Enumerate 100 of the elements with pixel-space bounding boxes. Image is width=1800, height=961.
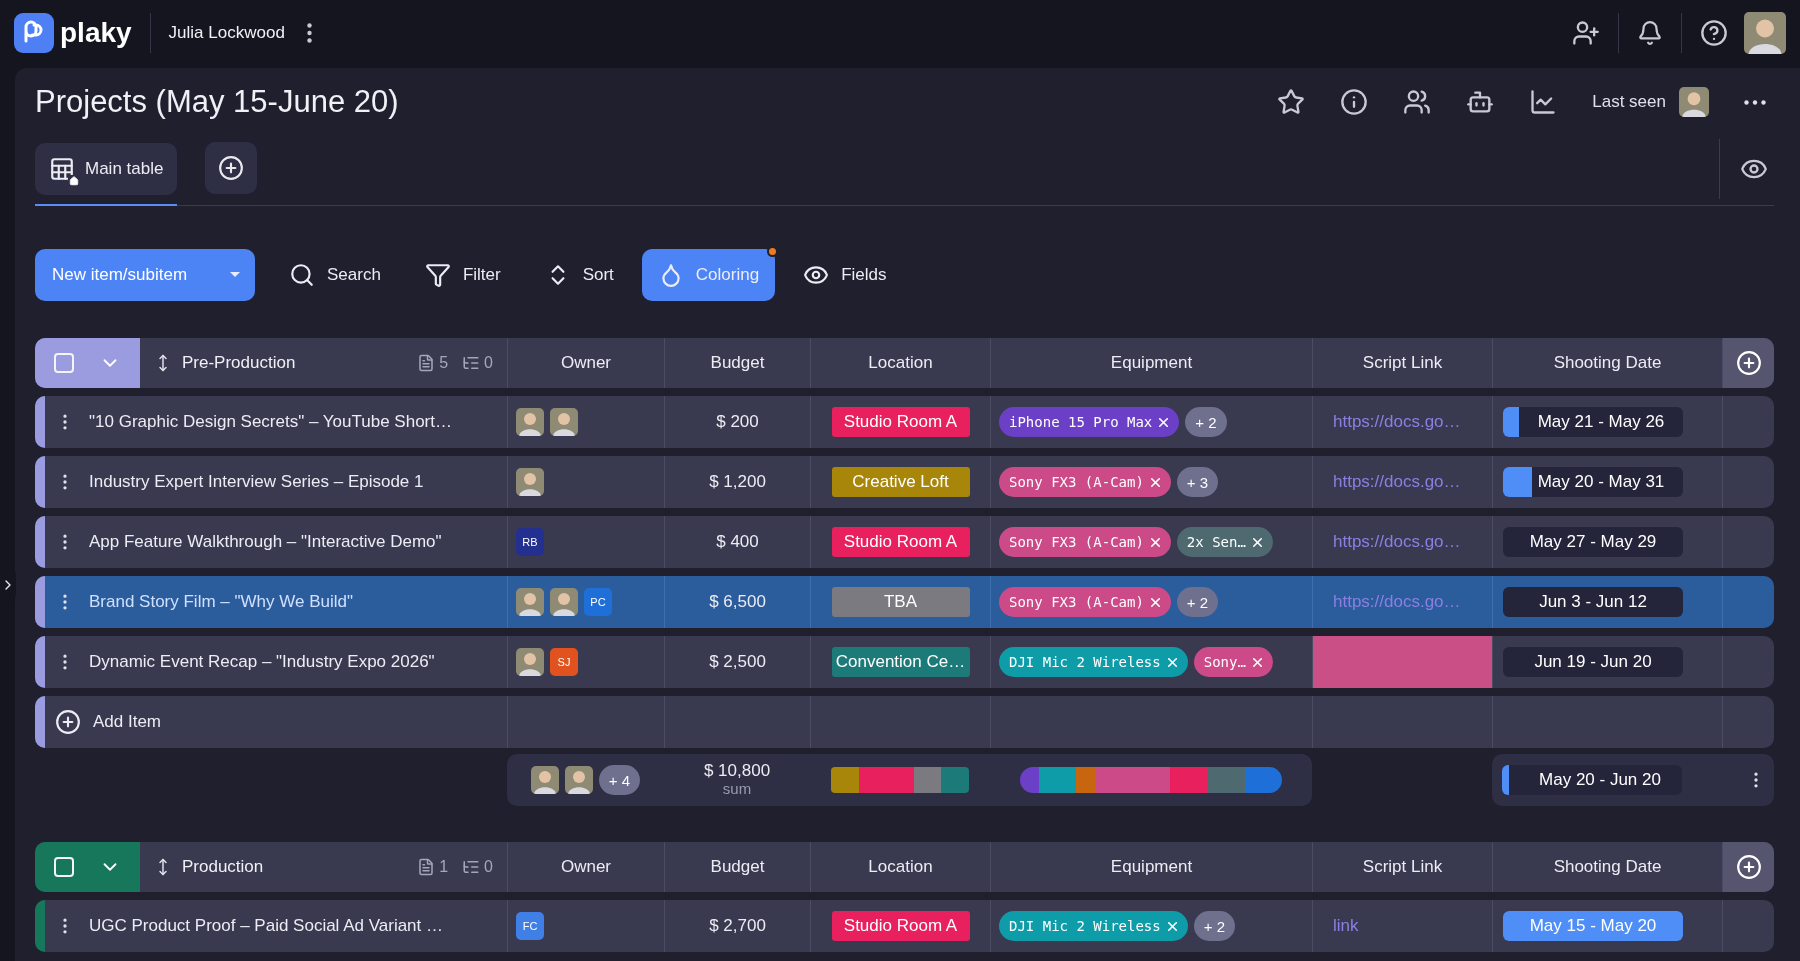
budget-value: $ 6,500 [709,592,766,612]
column-header[interactable]: Equipment [990,338,1312,388]
subitem-count: 0 [462,354,493,372]
add-column-button[interactable] [1722,842,1774,892]
view-tab[interactable]: Main table [35,143,178,195]
toolbar-button[interactable]: Search [273,249,397,301]
add-item-button[interactable]: Add Item [55,709,162,735]
table-row[interactable]: Dynamic Event Recap – "Industry Expo 2026" SJ $ 2,500 Convention Ce… DJI Mic 2 Wireless Sony… Jun 19 - Jun 20 [35,636,1774,688]
user-avatar [530,766,559,794]
equipment-tag[interactable]: iPhone 15 Pro Max [999,407,1180,437]
item-title[interactable]: Dynamic Event Recap – "Industry Expo 2026" [89,652,435,672]
column-header[interactable]: Budget [664,338,810,388]
chart-button[interactable] [1529,88,1558,116]
column-header[interactable]: Owner [507,338,664,388]
initials-avatar: PC [584,588,612,616]
more-count[interactable]: + 2 [1176,587,1219,617]
members-button[interactable] [1403,88,1432,116]
table-row[interactable]: Industry Expert Interview Series – Episode 1 $ 1,200 Creative Loft Sony FX3 (A-Cam) + 3 https://docs.go… May 20 - May 31 [35,456,1774,508]
initials-avatar: RB [516,528,544,556]
add-column-button[interactable] [1722,338,1774,388]
budget-value: $ 2,700 [709,916,766,936]
table-row[interactable]: UGC Product Proof – Paid Social Ad Variant … FC $ 2,700 Studio Room A DJI Mic 2 Wireless + 2 link May 15 - May 20 [35,900,1774,952]
more-count[interactable]: + 4 [598,765,641,795]
column-header[interactable]: Owner [507,842,664,892]
group-handle[interactable] [35,338,140,388]
checkbox[interactable] [53,857,74,877]
subitem-count: 0 [462,858,493,876]
more-icon [1744,99,1766,105]
initials-avatar: FC [516,912,544,940]
group-name[interactable]: Production [182,857,264,877]
location-label[interactable]: Convention Ce… [831,647,970,677]
line-chart-icon [1529,88,1558,116]
location-label[interactable]: Studio Room A [831,911,970,941]
help-icon [1700,19,1728,47]
toolbar-button[interactable]: Filter [408,249,517,301]
user-avatar [1744,12,1786,54]
item-title[interactable]: UGC Product Proof – Paid Social Ad Variant … [89,916,444,936]
table-row[interactable]: Brand Story Film – "Why We Build" PC $ 6,500 TBA Sony FX3 (A-Cam) + 2 https://docs.go… Jun 3 - Jun 12 [35,576,1774,628]
new-item-button[interactable]: New item/subitem [35,249,255,301]
date-range[interactable]: May 20 - May 31 [1503,467,1683,497]
column-header[interactable]: Script Link [1312,842,1492,892]
more-count[interactable]: + 2 [1193,911,1235,941]
date-range[interactable]: Jun 19 - Jun 20 [1503,647,1683,677]
more-button[interactable] [1744,99,1766,105]
initials-avatar: SJ [550,648,578,676]
workspace-name[interactable]: Julia Lockwood [168,23,285,43]
equipment-tag[interactable]: Sony FX3 (A-Cam) [999,527,1171,557]
equipment-tag[interactable]: Sony FX3 (A-Cam) [999,587,1171,617]
budget-value: $ 400 [716,532,759,552]
column-header[interactable]: Script Link [1312,338,1492,388]
item-title[interactable]: App Feature Walkthrough – "Interactive Demo" [89,532,442,552]
more-count[interactable]: + 2 [1185,407,1227,437]
location-label[interactable]: Studio Room A [831,407,970,437]
item-title[interactable]: "10 Graphic Design Secrets" – YouTube Short… [89,412,452,432]
equipment-tag[interactable]: 2x Sen… [1176,527,1273,557]
star-button[interactable] [1277,88,1306,116]
file-count: 5 [417,354,449,372]
location-label[interactable]: Studio Room A [831,527,970,557]
table-row[interactable]: "10 Graphic Design Secrets" – YouTube Short… $ 200 Studio Room A iPhone 15 Pro Max + 2 https://docs.go… May 21 - May 26 [35,396,1774,448]
notifications-button[interactable] [1637,20,1663,46]
plus-icon [1735,350,1762,376]
equipment-tag[interactable]: Sony FX3 (A-Cam) [999,467,1171,497]
home-icon [69,176,79,186]
add-user-button[interactable] [1572,19,1600,47]
column-header[interactable]: Budget [664,842,810,892]
item-title[interactable]: Brand Story Film – "Why We Build" [89,592,353,612]
more-count[interactable]: + 3 [1176,467,1219,497]
caret-icon[interactable] [229,271,241,279]
user-avatar [550,408,578,436]
kebab-button[interactable] [306,23,312,43]
colored-cell[interactable] [1312,636,1492,688]
table-row[interactable]: App Feature Walkthrough – "Interactive Demo" RB $ 400 Studio Room A Sony FX3 (A-Cam) 2x Sen… https://docs.go… May 27 - May 29 [35,516,1774,568]
column-header[interactable]: Location [810,338,990,388]
budget-value: $ 1,200 [709,472,766,492]
checkbox[interactable] [53,353,74,373]
group-name[interactable]: Pre-Production [182,353,296,373]
toolbar-button[interactable]: Sort [528,249,630,301]
equipment-tag[interactable]: Sony… [1193,647,1273,677]
sum-label: sum [722,781,752,798]
location-label[interactable]: TBA [831,587,970,617]
info-button[interactable] [1340,88,1369,116]
item-title[interactable]: Industry Expert Interview Series – Episode 1 [89,472,424,492]
date-range[interactable]: May 21 - May 26 [1503,407,1683,437]
column-header[interactable]: Location [810,842,990,892]
date-range[interactable]: May 20 - Jun 20 [1502,765,1682,795]
user-avatar [516,648,544,676]
user-avatar [564,766,593,794]
star-icon [1277,88,1306,116]
help-button[interactable] [1700,19,1728,47]
toolbar-button[interactable]: Fields [787,249,903,301]
add-view-button[interactable] [205,142,258,194]
logo-icon[interactable] [14,13,54,53]
group-handle[interactable] [35,842,140,892]
logo-text[interactable]: plaky [60,17,132,49]
plus-icon [218,155,245,181]
date-range[interactable]: Jun 3 - Jun 12 [1503,587,1683,617]
date-range[interactable]: May 27 - May 29 [1503,527,1683,557]
column-header[interactable]: Equipment [990,842,1312,892]
tree-icon [462,858,481,876]
kebab-icon [306,23,312,43]
